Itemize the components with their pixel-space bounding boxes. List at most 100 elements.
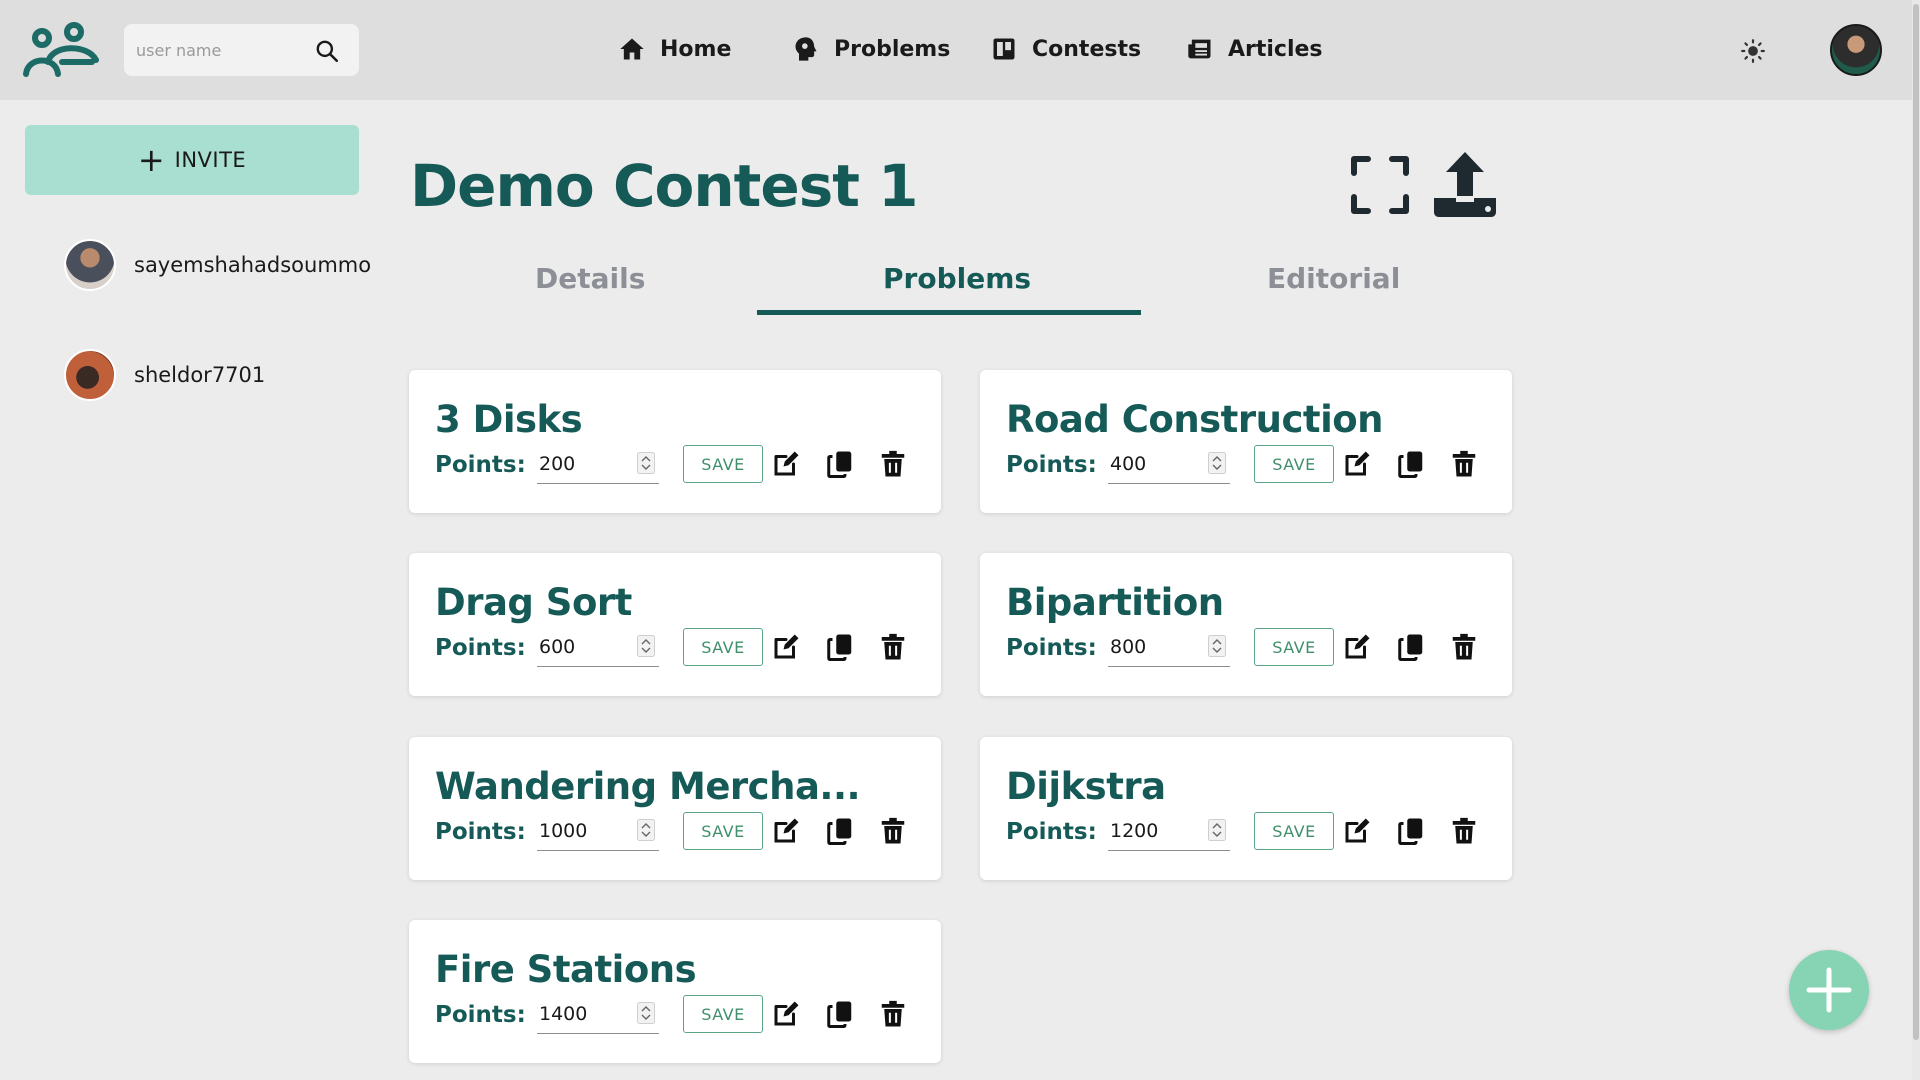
points-label: Points:	[1006, 819, 1097, 845]
nav-articles-label: Articles	[1228, 36, 1323, 62]
trash-icon[interactable]	[1449, 816, 1479, 846]
save-button[interactable]: SAVE	[683, 995, 763, 1033]
copy-icon[interactable]	[1396, 632, 1426, 662]
points-field[interactable]	[537, 444, 659, 484]
trash-icon[interactable]	[1449, 632, 1479, 662]
avatar	[64, 349, 116, 401]
points-input[interactable]	[539, 450, 629, 478]
search-input[interactable]	[136, 36, 306, 64]
logo-icon[interactable]	[22, 22, 100, 78]
upload-icon[interactable]	[1432, 150, 1498, 218]
points-input[interactable]	[539, 817, 629, 845]
problem-title[interactable]: Bipartition	[1006, 581, 1224, 624]
member-item[interactable]: sayemshahadsoummo	[64, 239, 371, 291]
trash-icon[interactable]	[878, 449, 908, 479]
points-field[interactable]	[1108, 444, 1230, 484]
spinner-icon[interactable]	[1208, 819, 1226, 841]
member-name: sheldor7701	[134, 363, 266, 387]
trash-icon[interactable]	[878, 999, 908, 1029]
copy-icon[interactable]	[825, 816, 855, 846]
tab-editorial[interactable]: Editorial	[1267, 262, 1400, 295]
copy-icon[interactable]	[1396, 816, 1426, 846]
problem-card: Fire Stations Points: SAVE	[409, 920, 941, 1063]
save-button[interactable]: SAVE	[1254, 628, 1334, 666]
fullscreen-icon[interactable]	[1350, 155, 1410, 215]
problem-card: Drag Sort Points: SAVE	[409, 553, 941, 696]
nav-home-label: Home	[660, 36, 732, 62]
spinner-icon[interactable]	[637, 819, 655, 841]
problem-title[interactable]: Dijkstra	[1006, 765, 1166, 808]
copy-icon[interactable]	[825, 449, 855, 479]
sun-icon[interactable]	[1740, 38, 1766, 64]
save-button[interactable]: SAVE	[1254, 812, 1334, 850]
copy-icon[interactable]	[1396, 449, 1426, 479]
save-button[interactable]: SAVE	[683, 628, 763, 666]
invite-label: INVITE	[174, 148, 247, 172]
points-field[interactable]	[1108, 627, 1230, 667]
points-field[interactable]	[537, 994, 659, 1034]
top-bar: Home Problems Contests Articles	[0, 0, 1920, 100]
problem-title[interactable]: 3 Disks	[435, 398, 583, 441]
page-title: Demo Contest 1	[410, 152, 919, 220]
trash-icon[interactable]	[878, 816, 908, 846]
active-tab-indicator	[757, 310, 1141, 315]
problem-title[interactable]: Road Construction	[1006, 398, 1384, 441]
edit-icon[interactable]	[1342, 632, 1372, 662]
nav-home[interactable]: Home	[618, 28, 731, 70]
points-field[interactable]	[537, 811, 659, 851]
search-box[interactable]	[124, 24, 359, 76]
nav-articles[interactable]: Articles	[1186, 28, 1323, 70]
spinner-icon[interactable]	[637, 452, 655, 474]
spinner-icon[interactable]	[1208, 635, 1226, 657]
nav-problems[interactable]: Problems	[792, 28, 950, 70]
nav-contests-label: Contests	[1032, 36, 1142, 62]
tab-problems[interactable]: Problems	[883, 262, 1031, 295]
spinner-icon[interactable]	[637, 635, 655, 657]
trash-icon[interactable]	[878, 632, 908, 662]
save-button[interactable]: SAVE	[1254, 445, 1334, 483]
member-name: sayemshahadsoummo	[134, 253, 372, 277]
points-input[interactable]	[539, 1000, 629, 1028]
trash-icon[interactable]	[1449, 449, 1479, 479]
problem-card: Road Construction Points: SAVE	[980, 370, 1512, 513]
nav-contests[interactable]: Contests	[990, 28, 1141, 70]
tab-details[interactable]: Details	[535, 262, 645, 295]
problem-title[interactable]: Drag Sort	[435, 581, 632, 624]
plus-icon: +	[137, 141, 165, 179]
points-label: Points:	[1006, 635, 1097, 661]
spinner-icon[interactable]	[1208, 452, 1226, 474]
problem-card: Wandering Mercha... Points: SAVE	[409, 737, 941, 880]
edit-icon[interactable]	[771, 816, 801, 846]
search-icon[interactable]	[314, 38, 340, 64]
home-icon	[620, 38, 644, 60]
points-label: Points:	[435, 1002, 526, 1028]
edit-icon[interactable]	[771, 999, 801, 1029]
invite-button[interactable]: + INVITE	[25, 125, 359, 195]
save-button[interactable]: SAVE	[683, 812, 763, 850]
scrollbar[interactable]	[1912, 0, 1920, 1080]
user-avatar[interactable]	[1830, 24, 1882, 76]
edit-icon[interactable]	[771, 632, 801, 662]
board-icon	[993, 38, 1015, 60]
brain-icon	[795, 37, 817, 61]
edit-icon[interactable]	[1342, 449, 1372, 479]
edit-icon[interactable]	[1342, 816, 1372, 846]
points-input[interactable]	[1110, 633, 1200, 661]
scrollbar-thumb[interactable]	[1913, 4, 1919, 1040]
copy-icon[interactable]	[825, 632, 855, 662]
save-button[interactable]: SAVE	[683, 445, 763, 483]
points-field[interactable]	[537, 627, 659, 667]
points-input[interactable]	[1110, 817, 1200, 845]
spinner-icon[interactable]	[637, 1002, 655, 1024]
problem-title[interactable]: Fire Stations	[435, 948, 697, 991]
problem-title[interactable]: Wandering Mercha...	[435, 765, 861, 808]
member-item[interactable]: sheldor7701	[64, 349, 265, 401]
problem-card: Dijkstra Points: SAVE	[980, 737, 1512, 880]
copy-icon[interactable]	[825, 999, 855, 1029]
points-input[interactable]	[1110, 450, 1200, 478]
problem-card: 3 Disks Points: SAVE	[409, 370, 941, 513]
points-field[interactable]	[1108, 811, 1230, 851]
points-input[interactable]	[539, 633, 629, 661]
edit-icon[interactable]	[771, 449, 801, 479]
add-problem-button[interactable]	[1789, 950, 1869, 1030]
